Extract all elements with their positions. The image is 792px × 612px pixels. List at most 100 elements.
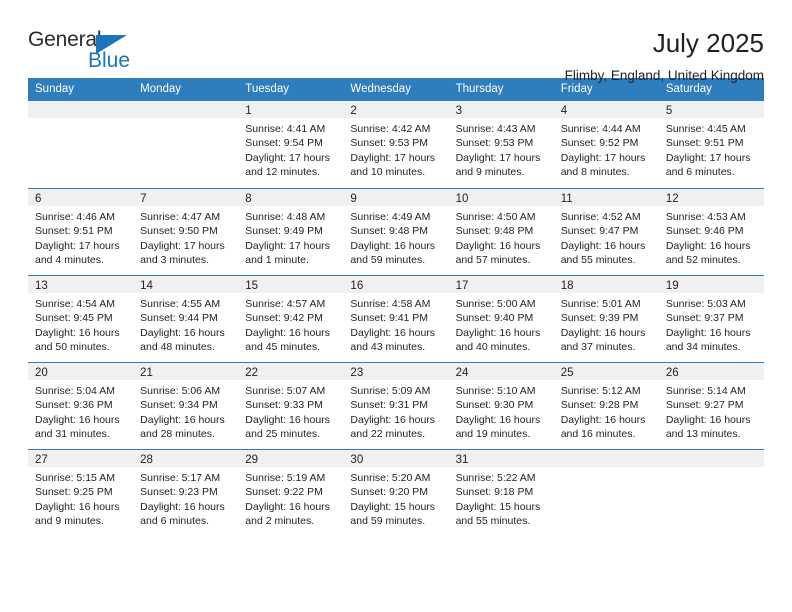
calendar-day-cell[interactable]: 10 Sunrise: 4:50 AM Sunset: 9:48 PM Dayligh… [448, 189, 554, 275]
weekday-header-thursday: Thursday [455, 83, 504, 95]
calendar-day-cell[interactable]: 31 Sunrise: 5:22 AM Sunset: 9:18 PM Dayligh… [448, 450, 554, 536]
calendar-day-cell-empty [133, 101, 239, 188]
calendar-day-cell[interactable]: 5 Sunrise: 4:45 AM Sunset: 9:51 PM Daylight… [658, 101, 764, 188]
day-info-line: Sunrise: 5:22 AM [455, 472, 536, 484]
calendar-week-row: 20 Sunrise: 5:04 AM Sunset: 9:36 PM Dayligh… [28, 362, 764, 449]
day-info-line: and 50 minutes. [35, 341, 110, 354]
day-number-band [658, 450, 764, 467]
day-sun-info: Sunrise: 5:09 AM Sunset: 9:31 PM Daylight:… [343, 380, 448, 442]
day-info-line: Sunset: 9:27 PM [665, 399, 744, 412]
day-info-line: Daylight: 16 hours [350, 413, 436, 426]
weekday-header-saturday: Saturday [665, 83, 712, 95]
day-sun-info: Sunrise: 4:57 AM Sunset: 9:42 PM Daylight:… [238, 293, 343, 355]
calendar-day-cell[interactable]: 28 Sunrise: 5:17 AM Sunset: 9:23 PM Dayligh… [133, 450, 239, 536]
day-info-line: Daylight: 16 hours [455, 413, 541, 426]
day-info-line: Sunset: 9:48 PM [350, 225, 429, 238]
day-sun-info: Sunrise: 5:01 AM Sunset: 9:39 PM Daylight:… [554, 293, 659, 355]
calendar-day-cell[interactable]: 7 Sunrise: 4:47 AM Sunset: 9:50 PM Daylight… [133, 189, 239, 275]
day-info-line: Daylight: 16 hours [35, 326, 120, 339]
calendar-day-cell[interactable]: 4 Sunrise: 4:44 AM Sunset: 9:52 PM Daylight… [553, 101, 659, 188]
day-info-line: and 3 minutes. [140, 254, 210, 267]
day-info-line: Sunrise: 5:00 AM [455, 298, 536, 310]
weekday-header-monday: Monday [140, 83, 182, 95]
day-sun-info [133, 118, 238, 122]
day-info-line: Daylight: 16 hours [245, 413, 330, 426]
day-sun-info: Sunrise: 4:43 AM Sunset: 9:53 PM Daylight:… [449, 118, 554, 180]
day-info-line: Daylight: 17 hours [35, 239, 120, 252]
calendar-day-cell[interactable]: 29 Sunrise: 5:19 AM Sunset: 9:22 PM Dayligh… [238, 450, 344, 536]
calendar-day-cell[interactable]: 13 Sunrise: 4:54 AM Sunset: 9:45 PM Dayligh… [28, 276, 134, 362]
day-info-line: and 25 minutes. [245, 428, 320, 441]
day-info-line: Daylight: 17 hours [665, 151, 751, 164]
calendar-day-cell[interactable]: 15 Sunrise: 4:57 AM Sunset: 9:42 PM Dayligh… [238, 276, 344, 362]
calendar-day-cell[interactable]: 1 Sunrise: 4:41 AM Sunset: 9:54 PM Daylight… [238, 101, 344, 188]
day-info-line: Daylight: 17 hours [455, 151, 541, 164]
calendar-day-cell[interactable]: 26 Sunrise: 5:14 AM Sunset: 9:27 PM Dayligh… [658, 363, 764, 449]
calendar-day-cell[interactable]: 14 Sunrise: 4:55 AM Sunset: 9:44 PM Dayligh… [133, 276, 239, 362]
day-info-line: Sunset: 9:54 PM [245, 137, 323, 150]
day-sun-info: Sunrise: 4:58 AM Sunset: 9:41 PM Daylight:… [343, 293, 448, 355]
day-number-band: 16 [343, 276, 449, 293]
day-info-line: Sunset: 9:39 PM [560, 312, 639, 325]
day-sun-info [659, 467, 764, 471]
day-info-line: Sunset: 9:48 PM [455, 225, 534, 238]
day-number-band: 15 [238, 276, 344, 293]
calendar-day-cell[interactable]: 22 Sunrise: 5:07 AM Sunset: 9:33 PM Dayligh… [238, 363, 344, 449]
calendar-day-cell[interactable]: 16 Sunrise: 4:58 AM Sunset: 9:41 PM Dayligh… [343, 276, 449, 362]
calendar-day-cell[interactable]: 25 Sunrise: 5:12 AM Sunset: 9:28 PM Dayligh… [553, 363, 659, 449]
day-number-band: 21 [133, 363, 239, 380]
calendar-day-cell[interactable]: 17 Sunrise: 5:00 AM Sunset: 9:40 PM Dayligh… [448, 276, 554, 362]
day-info-line: Daylight: 16 hours [665, 326, 751, 339]
day-info-line: Daylight: 15 hours [350, 500, 436, 513]
calendar-day-cell[interactable]: 6 Sunrise: 4:46 AM Sunset: 9:51 PM Daylight… [28, 189, 134, 275]
calendar-day-cell[interactable]: 8 Sunrise: 4:48 AM Sunset: 9:49 PM Daylight… [238, 189, 344, 275]
day-info-line: Daylight: 17 hours [245, 239, 330, 252]
calendar-day-cell[interactable]: 21 Sunrise: 5:06 AM Sunset: 9:34 PM Dayligh… [133, 363, 239, 449]
calendar-day-cell[interactable]: 18 Sunrise: 5:01 AM Sunset: 9:39 PM Dayligh… [553, 276, 659, 362]
day-info-line: and 37 minutes. [560, 341, 636, 354]
day-info-line: Daylight: 16 hours [560, 239, 646, 252]
day-info-line: Sunrise: 5:15 AM [35, 472, 115, 484]
weekday-header-row: Sunday Monday Tuesday Wednesday Thursday… [28, 78, 764, 101]
calendar-day-cell[interactable]: 27 Sunrise: 5:15 AM Sunset: 9:25 PM Dayligh… [28, 450, 134, 536]
day-info-line: Sunrise: 4:49 AM [350, 211, 431, 223]
calendar-day-cell[interactable]: 20 Sunrise: 5:04 AM Sunset: 9:36 PM Dayligh… [28, 363, 134, 449]
day-sun-info: Sunrise: 5:17 AM Sunset: 9:23 PM Daylight:… [133, 467, 238, 529]
calendar-day-cell[interactable]: 3 Sunrise: 4:43 AM Sunset: 9:53 PM Daylight… [448, 101, 554, 188]
calendar-day-cell[interactable]: 2 Sunrise: 4:42 AM Sunset: 9:53 PM Daylight… [343, 101, 449, 188]
day-info-line: Daylight: 16 hours [455, 326, 541, 339]
day-info-line: Sunrise: 5:03 AM [665, 298, 746, 310]
day-info-line: Sunrise: 5:09 AM [350, 385, 431, 397]
calendar-week-row: 1 Sunrise: 4:41 AM Sunset: 9:54 PM Daylight… [28, 101, 764, 188]
day-number-band: 29 [238, 450, 344, 467]
calendar-day-cell[interactable]: 19 Sunrise: 5:03 AM Sunset: 9:37 PM Dayligh… [658, 276, 764, 362]
day-sun-info: Sunrise: 5:22 AM Sunset: 9:18 PM Daylight:… [449, 467, 554, 529]
day-number-band: 18 [553, 276, 659, 293]
day-info-line: Sunset: 9:45 PM [35, 312, 113, 325]
logo-text-blue: Blue [88, 49, 131, 72]
day-number-band [28, 101, 134, 118]
calendar-day-cell[interactable]: 30 Sunrise: 5:20 AM Sunset: 9:20 PM Dayligh… [343, 450, 449, 536]
day-info-line: Sunrise: 5:10 AM [455, 385, 536, 397]
calendar-day-cell[interactable]: 9 Sunrise: 4:49 AM Sunset: 9:48 PM Daylight… [343, 189, 449, 275]
day-number: 9 [350, 193, 357, 205]
day-sun-info: Sunrise: 5:07 AM Sunset: 9:33 PM Daylight:… [238, 380, 343, 442]
day-info-line: Daylight: 15 hours [455, 500, 541, 513]
calendar-day-cell[interactable]: 11 Sunrise: 4:52 AM Sunset: 9:47 PM Dayligh… [553, 189, 659, 275]
calendar-day-cell[interactable]: 23 Sunrise: 5:09 AM Sunset: 9:31 PM Dayligh… [343, 363, 449, 449]
day-info-line: and 13 minutes. [665, 428, 741, 441]
calendar-day-cell-empty [28, 101, 134, 188]
calendar-day-cell[interactable]: 24 Sunrise: 5:10 AM Sunset: 9:30 PM Dayligh… [448, 363, 554, 449]
day-number-band: 24 [448, 363, 554, 380]
day-sun-info: Sunrise: 4:50 AM Sunset: 9:48 PM Daylight:… [449, 206, 554, 268]
day-info-line: and 16 minutes. [560, 428, 636, 441]
day-sun-info: Sunrise: 5:04 AM Sunset: 9:36 PM Daylight:… [28, 380, 133, 442]
day-info-line: Daylight: 17 hours [140, 239, 225, 252]
day-number-band: 20 [28, 363, 134, 380]
day-info-line: Daylight: 17 hours [350, 151, 436, 164]
day-info-line: and 48 minutes. [140, 341, 215, 354]
day-info-line: Sunrise: 5:20 AM [350, 472, 431, 484]
calendar-day-cell[interactable]: 12 Sunrise: 4:53 AM Sunset: 9:46 PM Dayligh… [658, 189, 764, 275]
day-info-line: Sunrise: 5:07 AM [245, 385, 326, 397]
weekday-header-sunday: Sunday [35, 83, 75, 95]
